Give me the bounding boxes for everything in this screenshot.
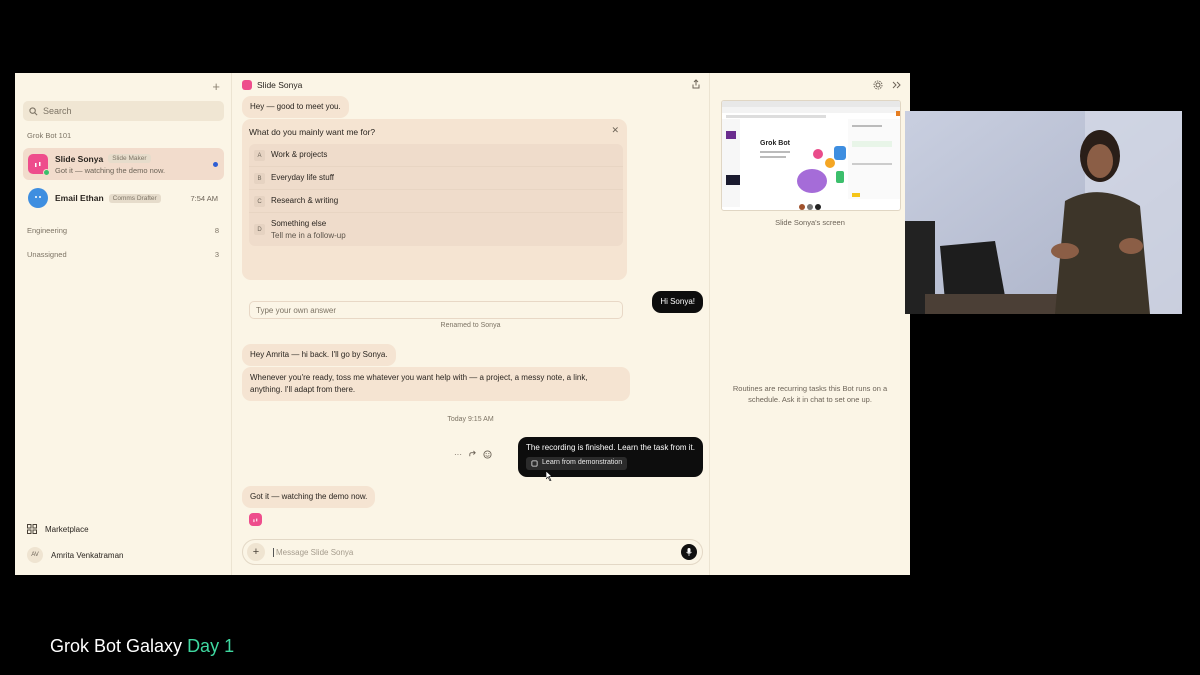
timestamp: Today 9:15 AM <box>447 416 494 423</box>
option-d[interactable]: D Something else Tell me in a follow-up <box>249 213 623 246</box>
option-key: A <box>254 150 265 161</box>
option-a[interactable]: A Work & projects <box>249 144 623 167</box>
option-sublabel: Tell me in a follow-up <box>271 230 346 240</box>
attach-button[interactable]: + <box>247 543 265 561</box>
chat-item-slide-sonya[interactable]: Slide Sonya Slide Maker Got it — watchin… <box>23 148 224 180</box>
mouse-cursor-icon <box>546 471 553 481</box>
online-indicator <box>43 169 50 176</box>
user-name: Amrita Venkatraman <box>51 550 124 560</box>
option-key: C <box>254 196 265 207</box>
chat-name: Slide Sonya <box>55 153 104 164</box>
emoji-icon[interactable] <box>483 450 492 459</box>
group-label-unassigned[interactable]: Unassigned <box>27 250 67 259</box>
group-count: 3 <box>214 250 219 259</box>
option-c[interactable]: C Research & writing <box>249 190 623 213</box>
bot-message: Hey Amrita — hi back. I'll go by Sonya. <box>242 344 396 366</box>
thumb-title: Grok Bot <box>760 140 791 147</box>
share-icon[interactable] <box>691 79 701 91</box>
more-icon[interactable]: ··· <box>454 450 462 459</box>
marketplace-label: Marketplace <box>45 524 89 534</box>
bot-typing-avatar <box>249 513 262 526</box>
search-input[interactable]: Search <box>23 101 224 121</box>
search-placeholder: Search <box>43 106 72 116</box>
chat-tag: Comms Drafter <box>108 193 161 203</box>
learn-chip-label: Learn from demonstration <box>542 459 623 466</box>
chat-time: 7:54 AM <box>190 193 218 203</box>
bot-avatar <box>28 154 50 176</box>
chat-item-email-ethan[interactable]: Email Ethan Comms Drafter 7:54 AM <box>23 182 224 214</box>
right-panel-toolbar <box>873 80 902 90</box>
group-label-main: Grok Bot 101 <box>27 131 72 140</box>
system-message: Renamed to Sonya <box>440 322 501 329</box>
user-message: Hi Sonya! <box>652 291 703 313</box>
search-icon <box>29 106 38 115</box>
user-avatar: AV <box>27 547 43 563</box>
event-day: Day 1 <box>187 636 235 656</box>
event-branding: Grok Bot Galaxy Day 1 <box>50 636 234 657</box>
screen-preview-image: Grok Bot <box>722 101 900 210</box>
option-key: D <box>254 224 265 235</box>
chat-tag: Slide Maker <box>108 154 151 163</box>
bot-avatar <box>28 188 48 208</box>
cube-icon <box>531 460 538 467</box>
group-count: 8 <box>214 226 219 235</box>
user-profile[interactable]: AV Amrita Venkatraman <box>27 547 123 563</box>
user-message-text: The recording is finished. Learn the tas… <box>526 443 695 452</box>
options-list: A Work & projects B Everyday life stuff … <box>249 144 623 247</box>
redo-icon[interactable] <box>468 450 477 459</box>
chat-header: Slide Sonya <box>242 80 302 90</box>
custom-answer-placeholder: Type your own answer <box>256 305 337 315</box>
option-b[interactable]: B Everyday life stuff <box>249 167 623 190</box>
message-actions: ··· <box>454 450 492 459</box>
new-chat-button[interactable]: + <box>212 79 220 94</box>
close-icon[interactable]: ✕ <box>611 125 619 136</box>
chat-title: Slide Sonya <box>257 80 303 90</box>
routines-note: Routines are recurring tasks this Bot ru… <box>732 384 888 404</box>
chat-preview: Got it — watching the demo now. <box>55 165 166 175</box>
question-card: What do you mainly want me for? ✕ A Work… <box>242 119 627 319</box>
presenter-video <box>905 111 1182 314</box>
right-panel: Grok Bot Slide Sonya's screen Routines a… <box>710 73 910 575</box>
question-title: What do you mainly want me for? <box>249 127 376 137</box>
message-composer[interactable]: + Message Slide Sonya <box>242 539 703 565</box>
presenter-video-image <box>905 111 1182 314</box>
collapse-icon[interactable] <box>892 80 902 90</box>
option-key: B <box>254 173 265 184</box>
unread-indicator <box>213 161 218 167</box>
app-window: + Search Grok Bot 101 Slide Sonya Slide … <box>15 73 910 575</box>
composer-placeholder[interactable]: Message Slide Sonya <box>273 547 681 557</box>
bot-message: Got it — watching the demo now. <box>242 486 376 508</box>
marketplace-link[interactable]: Marketplace <box>27 524 89 534</box>
bot-message: Hey — good to meet you. <box>242 96 349 118</box>
option-label: Work & projects <box>271 150 328 159</box>
screen-caption: Slide Sonya's screen <box>775 218 845 227</box>
grid-icon <box>27 524 37 534</box>
bot-logo-icon <box>242 80 252 90</box>
mic-button[interactable] <box>681 544 697 560</box>
screen-preview[interactable]: Grok Bot <box>721 100 901 211</box>
event-title: Grok Bot Galaxy <box>50 636 183 656</box>
option-label: Something else <box>271 219 327 228</box>
chat-name: Email Ethan <box>55 193 104 203</box>
option-label: Everyday life stuff <box>271 173 334 182</box>
group-label-engineering[interactable]: Engineering <box>27 226 67 235</box>
sidebar: + Search Grok Bot 101 Slide Sonya Slide … <box>15 73 232 575</box>
gear-icon[interactable] <box>873 80 883 90</box>
chat-panel: Slide Sonya Hey — good to meet you. What… <box>232 73 710 575</box>
mic-icon <box>686 548 692 556</box>
learn-from-demonstration-button[interactable]: Learn from demonstration <box>526 457 628 470</box>
option-label: Research & writing <box>271 196 339 205</box>
custom-answer-input[interactable]: Type your own answer <box>249 301 623 319</box>
bot-message: Whenever you're ready, toss me whatever … <box>242 367 630 401</box>
